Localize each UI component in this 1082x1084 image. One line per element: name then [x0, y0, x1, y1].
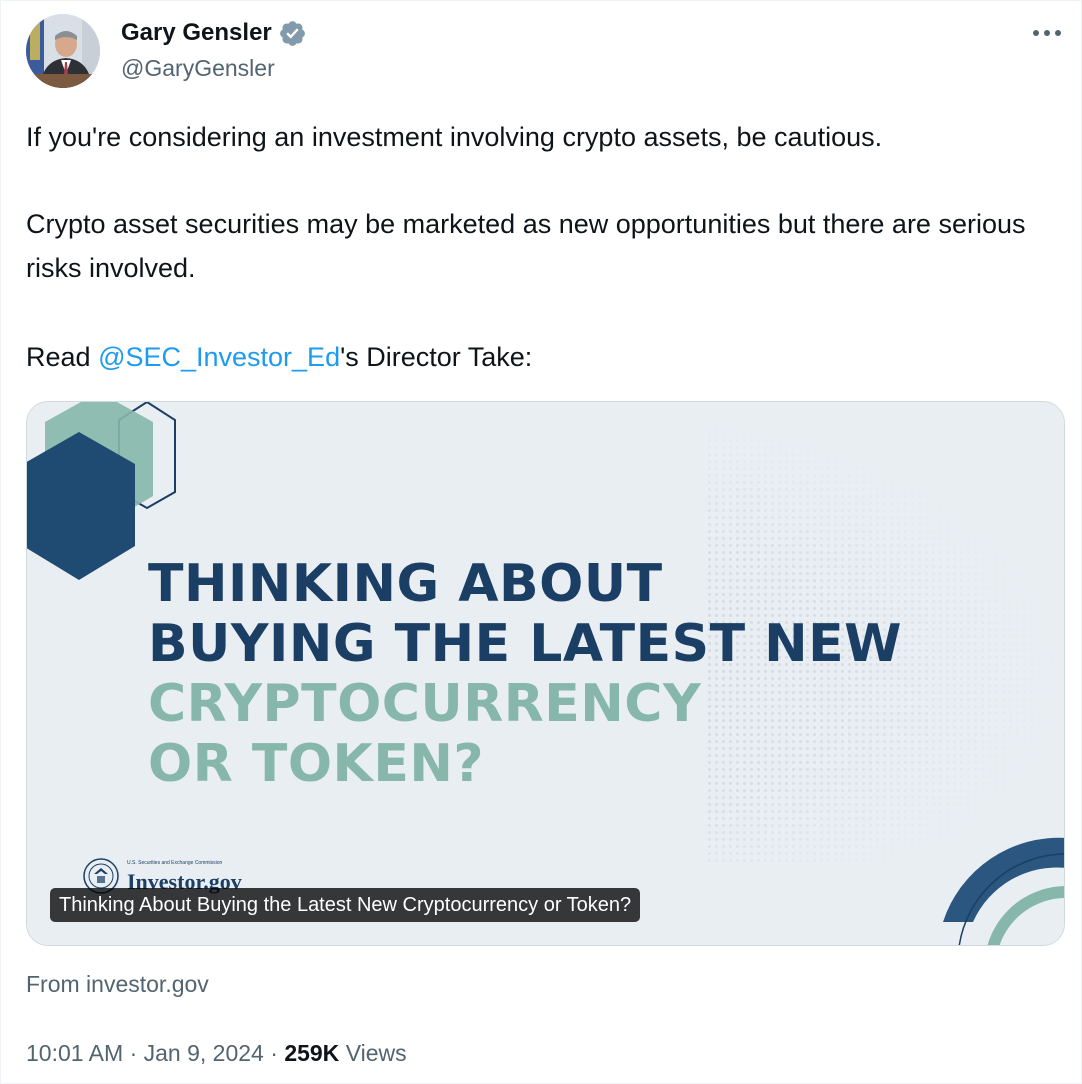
- more-options-button[interactable]: [1026, 17, 1068, 49]
- tweet-text-line-1: If you're considering an investment invo…: [26, 122, 883, 152]
- profile-photo: [26, 14, 100, 88]
- timestamp-time[interactable]: 10:01 AM: [26, 1040, 123, 1066]
- headline-line-3: CRYPTOCURRENCY: [148, 674, 702, 734]
- tweet-text-line-3: Read @SEC_Investor_Ed's Director Take:: [26, 335, 1066, 379]
- author-handle[interactable]: @GaryGensler: [121, 55, 275, 82]
- card-headline: THINKING ABOUT BUYING THE LATEST NEW CRY…: [148, 554, 902, 794]
- timestamp-date[interactable]: Jan 9, 2024: [144, 1040, 264, 1066]
- ellipsis-horizontal-icon: [1033, 30, 1061, 36]
- logo-agency-text: U.S. Securities and Exchange Commission: [127, 860, 223, 866]
- card-title-overlay[interactable]: Thinking About Buying the Latest New Cry…: [50, 888, 641, 922]
- mention-link[interactable]: @SEC_Investor_Ed: [98, 342, 340, 372]
- read-prefix: Read: [26, 342, 99, 372]
- tweet-text-line-2: Crypto asset securities may be marketed …: [26, 209, 1026, 283]
- director-take-suffix: 's Director Take:: [340, 342, 533, 372]
- avatar[interactable]: [26, 14, 100, 88]
- separator-dot: ·: [129, 1040, 138, 1066]
- separator-dot: ·: [270, 1040, 278, 1066]
- tweet-card: Gary Gensler @GaryGensler If you're cons…: [0, 0, 1082, 1084]
- card-source-link[interactable]: From investor.gov: [26, 971, 209, 998]
- views-label: Views: [345, 1040, 407, 1066]
- views-count[interactable]: 259K: [284, 1040, 339, 1066]
- tweet-metadata: 10:01 AM · Jan 9, 2024 · 259K Views: [26, 1040, 407, 1067]
- author-name-row: Gary Gensler: [121, 17, 307, 49]
- headline-line-4: OR TOKEN?: [148, 734, 485, 794]
- author-display-name[interactable]: Gary Gensler: [121, 19, 272, 47]
- headline-line-2: BUYING THE LATEST NEW: [148, 614, 903, 674]
- link-preview-card[interactable]: THINKING ABOUT BUYING THE LATEST NEW CRY…: [26, 401, 1065, 946]
- verified-badge-icon[interactable]: [278, 19, 307, 48]
- headline-line-1: THINKING ABOUT: [148, 554, 663, 614]
